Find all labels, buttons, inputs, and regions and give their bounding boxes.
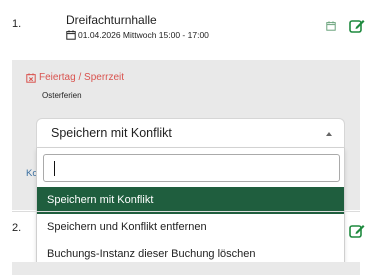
calendar-x-icon bbox=[26, 72, 36, 83]
edit-icon[interactable] bbox=[349, 223, 365, 238]
booking-title: Dreifachturnhalle bbox=[66, 13, 157, 27]
text-cursor bbox=[54, 161, 55, 176]
dropdown-search-input[interactable] bbox=[43, 154, 340, 182]
conflict-action-select[interactable]: Speichern mit Konflikt bbox=[36, 118, 345, 148]
booking-row-1: 1. Dreifachturnhalle 01.04.2026 Mittwoch… bbox=[0, 0, 366, 58]
caret-up-icon bbox=[326, 132, 332, 136]
booking-row-2: 2. bbox=[0, 212, 366, 262]
conflict-panel-2 bbox=[12, 262, 360, 275]
conflict-reason: Osterferien bbox=[42, 91, 82, 100]
select-option-save-with-conflict[interactable]: Speichern mit Konflikt bbox=[37, 187, 344, 214]
conflict-heading-text: Feiertag / Sperrzeit bbox=[39, 72, 125, 83]
booking-datetime-text: 01.04.2026 Mittwoch 15:00 - 17:00 bbox=[78, 30, 209, 40]
calendar-icon[interactable] bbox=[326, 21, 336, 31]
conflict-heading: Feiertag / Sperrzeit bbox=[26, 72, 124, 83]
edit-icon[interactable] bbox=[349, 18, 365, 33]
select-current-value: Speichern mit Konflikt bbox=[51, 126, 172, 140]
booking-datetime: 01.04.2026 Mittwoch 15:00 - 17:00 bbox=[66, 30, 209, 40]
calendar-icon bbox=[66, 30, 76, 40]
booking-number: 1. bbox=[12, 18, 22, 30]
booking-number: 2. bbox=[12, 222, 22, 234]
